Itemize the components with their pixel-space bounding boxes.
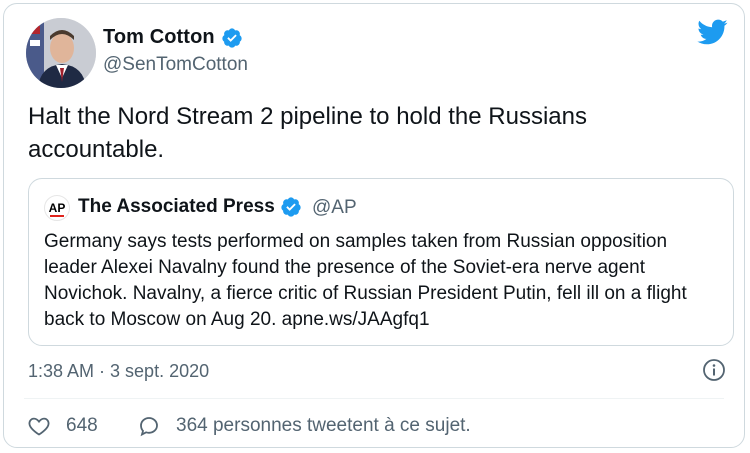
- divider: [24, 398, 724, 399]
- author-name-text: Tom Cotton: [103, 26, 215, 48]
- verified-badge-icon: [221, 27, 243, 49]
- tweet-text: Halt the Nord Stream 2 pipeline to hold …: [28, 103, 587, 163]
- twitter-bird-icon[interactable]: [696, 16, 728, 48]
- heart-icon: [28, 417, 50, 436]
- quoted-tweet-text: Germany says tests performed on samples …: [44, 231, 687, 330]
- avatar-image: [26, 18, 96, 88]
- like-count: 648: [66, 415, 98, 436]
- speech-bubble-icon: [140, 417, 158, 437]
- verified-badge-icon: [280, 196, 302, 218]
- quoted-author-name[interactable]: The Associated Press: [78, 196, 302, 218]
- avatar[interactable]: [26, 18, 96, 88]
- tweet-timestamp[interactable]: 1:38 AM · 3 sept. 2020: [28, 361, 209, 382]
- author-name[interactable]: Tom Cotton: [103, 26, 243, 49]
- ap-logo: AP: [44, 195, 70, 221]
- quoted-author-name-text: The Associated Press: [78, 196, 275, 217]
- reply-button[interactable]: 364 personnes tweetent à ce sujet.: [136, 414, 471, 438]
- tweet-card: Tom Cotton @SenTomCotton Halt the Nord S…: [3, 3, 745, 448]
- ap-logo-underline: [50, 215, 64, 217]
- reply-label: 364 personnes tweetent à ce sujet.: [176, 415, 471, 436]
- author-handle[interactable]: @SenTomCotton: [103, 54, 248, 76]
- quoted-author-handle[interactable]: @AP: [312, 197, 357, 219]
- like-button[interactable]: 648: [26, 414, 98, 438]
- quoted-tweet[interactable]: AP The Associated Press @AP Germany says…: [28, 178, 734, 346]
- info-icon[interactable]: [702, 358, 726, 382]
- ap-logo-text: AP: [48, 201, 66, 215]
